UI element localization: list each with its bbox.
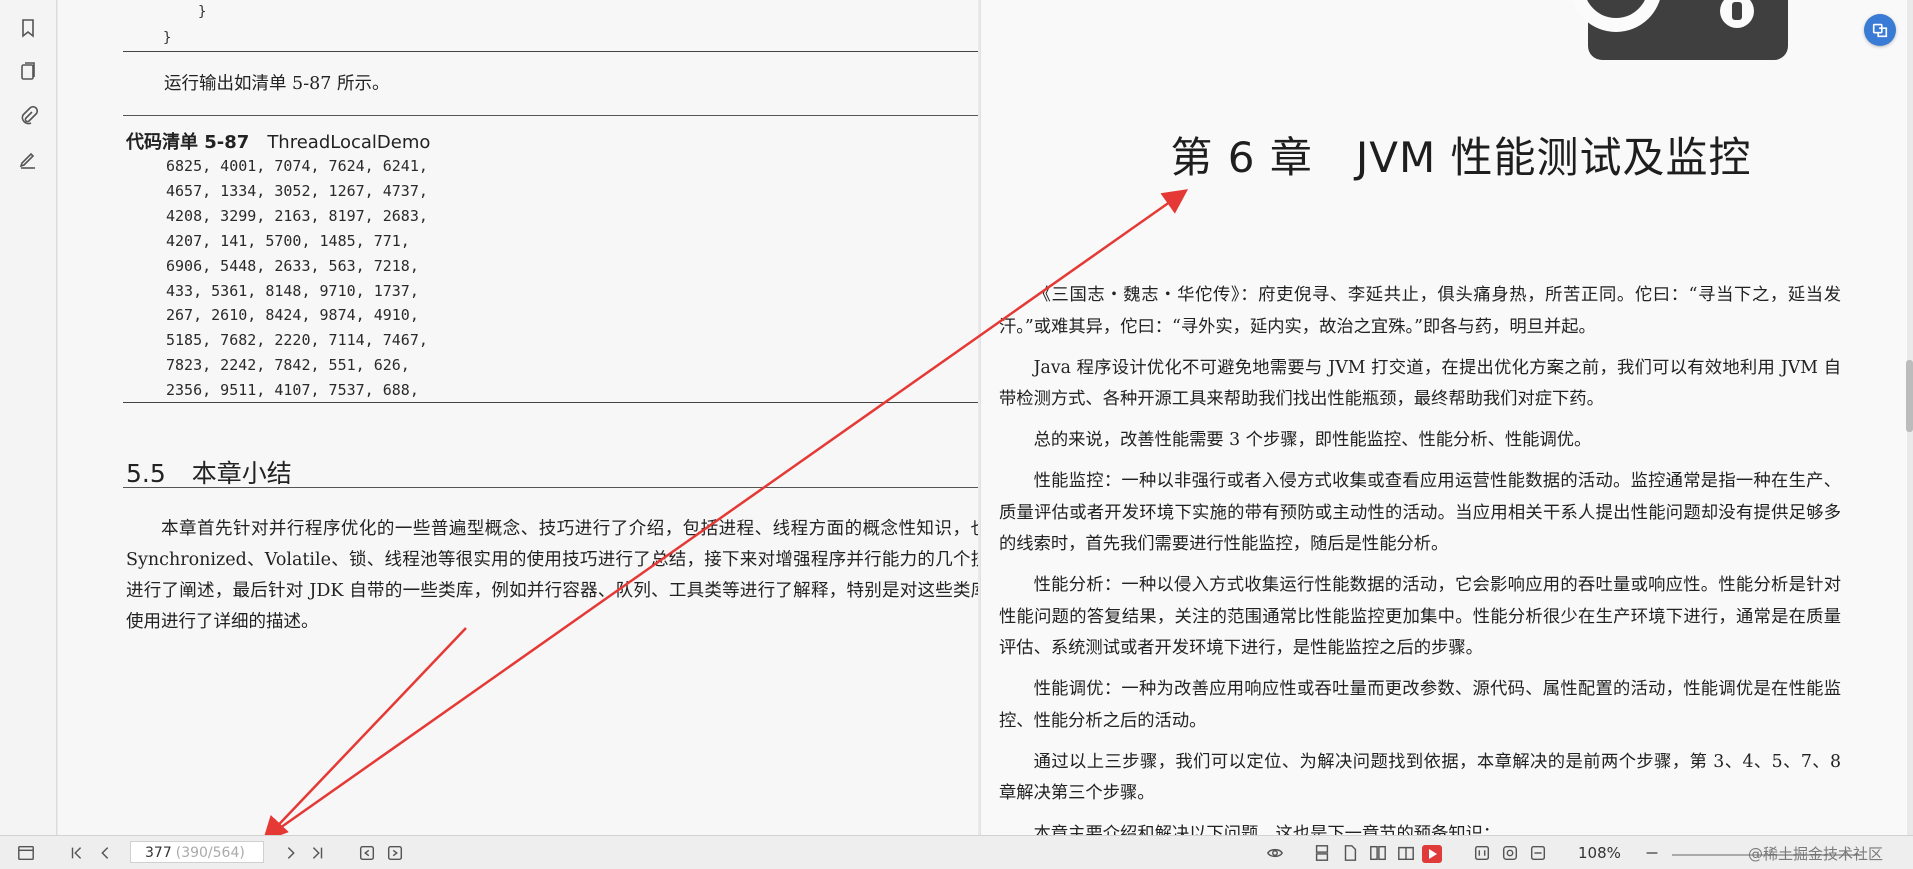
document-page-left: } } 运行输出如清单 5-87 所示。 代码清单 5-87 ThreadLoca… [58, 0, 978, 835]
listing-name: ThreadLocalDemo [267, 132, 431, 153]
prev-page-button[interactable] [94, 842, 116, 864]
code-line: 2356, 9511, 4107, 7537, 688, [166, 381, 419, 400]
last-page-icon [312, 847, 323, 859]
rule-line [123, 402, 978, 403]
attachment-icon[interactable] [16, 104, 40, 128]
forward-icon [387, 845, 403, 861]
minus-icon [1646, 852, 1658, 854]
code-line: 6906, 5448, 2633, 563, 7218, [166, 256, 419, 275]
translate-float-button[interactable] [1864, 14, 1896, 46]
code-brace: } [163, 30, 172, 46]
chapter-decoration-graphic [1570, 0, 1788, 60]
chapter-body: 《三国志・魏志・华佗传》：府吏倪寻、李延共止，俱头痛身热，所苦正同。佗曰：“寻当… [999, 280, 1841, 835]
translate-icon [1872, 23, 1888, 38]
code-listing: 6825, 4001, 7074, 7624, 6241, 4657, 1334,… [166, 154, 428, 403]
bottom-toolbar: 377 (390/564) 108% @稀土掘金技术社区 [0, 835, 1913, 869]
bookmark-icon[interactable] [16, 16, 40, 40]
body-paragraph: 性能监控：一种以非强行或者入侵方式收集或查看应用运营性能数据的活动。监控通常是指… [999, 471, 1841, 554]
actual-size-button[interactable] [1470, 842, 1494, 864]
section-underline [123, 487, 978, 488]
code-line: 5185, 7682, 2220, 7114, 7467, [166, 331, 428, 350]
page-of-total: (390/564) [175, 845, 245, 861]
current-page: 377 [145, 845, 172, 861]
scroll-view-icon [1315, 845, 1329, 861]
chevron-left-icon [101, 847, 109, 859]
summary-paragraph: 本章首先针对并行程序优化的一些普遍型概念、技巧进行了介绍，包括进程、线程方面的概… [126, 519, 978, 632]
continuous-view-button[interactable] [1310, 842, 1334, 864]
chapter-title: 第 6 章 JVM 性能测试及监控 [1170, 133, 1752, 182]
sidebar-panel-icon [18, 845, 34, 861]
document-page-right: 第 6 章 JVM 性能测试及监控 《三国志・魏志・华佗传》：府吏倪寻、李延共止… [980, 0, 1907, 835]
zoom-level[interactable]: 108% [1578, 844, 1621, 862]
back-button[interactable] [356, 842, 378, 864]
back-icon [359, 845, 375, 861]
rule-line [123, 115, 978, 116]
play-video-button[interactable] [1422, 845, 1442, 863]
page-number-input[interactable]: 377 (390/564) [130, 841, 264, 863]
listing-label: 代码清单 5-87 [126, 132, 250, 153]
epigraph-paragraph: 《三国志・魏志・华佗传》：府吏倪寻、李延共止，俱头痛身热，所苦正同。佗曰：“寻当… [999, 285, 1841, 337]
double-page-button[interactable] [1366, 842, 1390, 864]
first-page-button[interactable] [66, 842, 88, 864]
chevron-right-icon [287, 847, 295, 859]
body-paragraph: 总的来说，改善性能需要 3 个步骤，即性能监控、性能分析、性能调优。 [1033, 430, 1592, 450]
book-icon [1398, 846, 1414, 861]
code-brace: } [198, 4, 207, 20]
fit-page-icon [1502, 845, 1518, 861]
single-page-button[interactable] [1338, 842, 1362, 864]
code-line: 267, 2610, 8424, 9874, 4910, [166, 306, 419, 325]
eye-icon [1266, 848, 1284, 858]
run-output-text: 运行输出如清单 5-87 所示。 [164, 74, 390, 94]
first-page-icon [71, 847, 82, 859]
body-paragraph: 性能分析：一种以侵入方式收集运行性能数据的活动，它会影响应用的吞吐量或响应性。性… [999, 575, 1841, 658]
code-line: 6825, 4001, 7074, 7624, 6241, [166, 157, 428, 175]
code-line: 433, 5361, 8148, 9710, 1737, [166, 281, 419, 300]
rule-line [123, 51, 978, 52]
body-paragraph: 通过以上三步骤，我们可以定位、为解决问题找到依据，本章解决的是前两个步骤，第 3… [999, 751, 1841, 804]
body-paragraph: 性能调优：一种为改善应用响应性或吞吐量而更改参数、源代码、属性配置的活动，性能调… [999, 679, 1841, 731]
forward-button[interactable] [384, 842, 406, 864]
code-line: 4657, 1334, 3052, 1267, 4737, [166, 181, 428, 200]
fit-width-icon [1530, 845, 1546, 861]
fit-page-button[interactable] [1498, 842, 1522, 864]
book-view-button[interactable] [1394, 842, 1418, 864]
section-title: 本章小结 [191, 459, 292, 488]
eye-care-button[interactable] [1262, 842, 1288, 864]
section-number: 5.5 [126, 459, 166, 488]
body-paragraph: 本章主要介绍和解决以下问题，这也是下一章节的预备知识： [1033, 824, 1501, 835]
body-paragraph: Java 程序设计优化不可避免地需要与 JVM 打交道，在提出优化方案之前，我们… [999, 357, 1841, 410]
toggle-sidebar-button[interactable] [14, 842, 38, 864]
actual-size-icon [1474, 845, 1490, 861]
code-line: 4207, 141, 5700, 1485, 771, [166, 231, 410, 250]
fit-width-button[interactable] [1526, 842, 1550, 864]
zoom-out-button[interactable] [1642, 842, 1662, 864]
double-page-icon [1370, 845, 1386, 861]
code-line: 7823, 2242, 7842, 551, 626, [166, 356, 410, 375]
pages-icon[interactable] [16, 60, 40, 84]
scrollbar-thumb[interactable] [1906, 360, 1913, 432]
listing-title: 代码清单 5-87 ThreadLocalDemo [126, 128, 430, 154]
next-page-button[interactable] [280, 842, 302, 864]
signature-icon[interactable] [16, 148, 40, 172]
single-page-icon [1344, 845, 1357, 861]
last-page-button[interactable] [306, 842, 328, 864]
code-line: 4208, 3299, 2163, 8197, 2683, [166, 206, 428, 225]
section-heading: 5.5 本章小结 [126, 454, 292, 490]
watermark-text: @稀土掘金技术社区 [1748, 845, 1884, 863]
left-sidebar [0, 0, 57, 835]
